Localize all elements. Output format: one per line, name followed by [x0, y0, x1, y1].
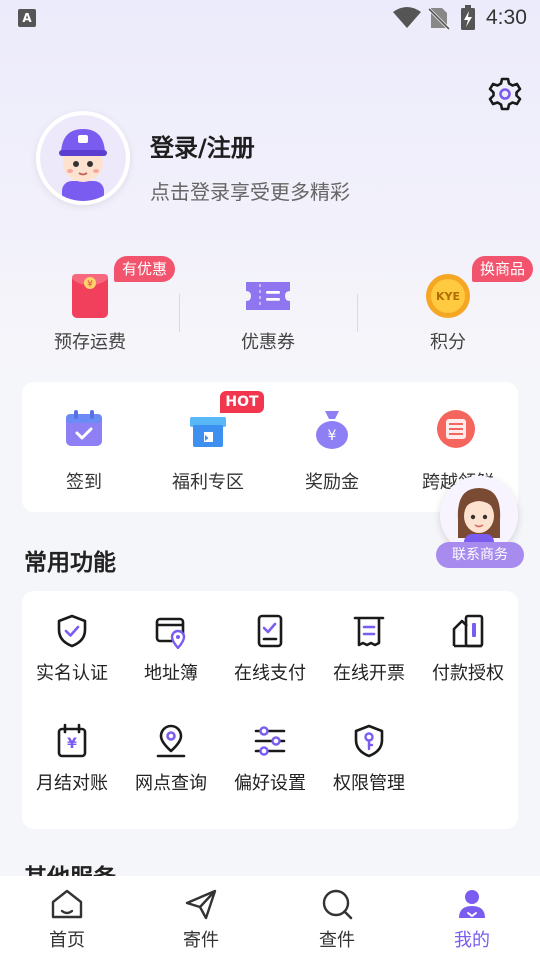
quick-action-label: 签到	[66, 472, 102, 493]
func-label: 付款授权	[432, 663, 504, 684]
no-sim-icon	[428, 7, 450, 30]
sliders-icon	[254, 726, 286, 756]
coin-icon: KYE	[426, 274, 470, 318]
hot-badge: HOT	[220, 391, 264, 413]
clock: 4:30	[486, 6, 527, 29]
func-label: 偏好设置	[234, 773, 306, 794]
func-label: 地址簿	[144, 663, 198, 684]
send-icon	[185, 889, 217, 920]
asset-label: 预存运费	[54, 332, 126, 353]
nav-label: 寄件	[183, 930, 219, 951]
money-bag-icon: ¥	[316, 411, 348, 449]
login-subtitle[interactable]: 点击登录享受更多精彩	[150, 176, 350, 205]
address-book-icon	[155, 617, 186, 649]
coupon-icon	[246, 282, 290, 310]
notification-app-icon: A	[18, 9, 36, 27]
common-functions-title: 常用功能	[24, 550, 116, 576]
avatar-illustration	[40, 115, 126, 201]
func-label: 权限管理	[333, 773, 405, 794]
exchange-badge: 换商品	[472, 256, 534, 282]
shield-key-icon	[354, 724, 384, 758]
func-label: 网点查询	[135, 773, 207, 794]
location-pin-icon	[156, 724, 186, 758]
asset-label: 积分	[430, 332, 466, 353]
svg-text:¥: ¥	[67, 736, 77, 752]
calendar-check-icon	[66, 410, 102, 446]
search-package-icon	[322, 889, 353, 920]
shield-check-icon	[57, 614, 87, 648]
monthly-bill-icon: ¥	[57, 723, 87, 758]
payment-auth-icon	[452, 614, 484, 648]
nav-track[interactable]: 查件	[287, 886, 387, 952]
nav-profile[interactable]: 我的	[422, 886, 522, 952]
asset-label: 优惠券	[241, 332, 295, 353]
func-label: 在线支付	[234, 663, 306, 684]
payment-doc-icon	[257, 614, 283, 648]
settings-gear-icon[interactable]	[487, 76, 523, 112]
battery-charging-icon	[461, 5, 475, 30]
svg-text:¥: ¥	[87, 280, 93, 290]
red-envelope-icon: ¥	[72, 274, 108, 318]
fresh-logo-icon	[437, 410, 475, 448]
avatar[interactable]	[36, 111, 130, 205]
asset-coupons[interactable]: 优惠券	[178, 270, 358, 360]
nav-label: 首页	[49, 930, 85, 951]
profile-icon	[459, 890, 485, 918]
bottom-navigation: 首页 寄件 查件 我的	[0, 876, 540, 960]
contact-business-float[interactable]: 联系商务	[436, 476, 526, 568]
contact-business-label: 联系商务	[436, 542, 524, 568]
quick-action-label: 奖励金	[305, 472, 359, 493]
coin-text: KYE	[436, 290, 460, 303]
asset-points[interactable]: KYE 积分	[358, 270, 538, 360]
login-register-title[interactable]: 登录/注册	[150, 128, 255, 163]
nav-home[interactable]: 首页	[17, 886, 117, 952]
func-label: 在线开票	[333, 663, 405, 684]
home-icon	[51, 889, 83, 919]
func-label: 实名认证	[36, 663, 108, 684]
svg-text:¥: ¥	[328, 428, 337, 444]
nav-send[interactable]: 寄件	[151, 886, 251, 952]
status-bar: A 4:30	[0, 0, 540, 36]
wifi-icon	[393, 7, 421, 28]
quick-action-label: 福利专区	[172, 472, 244, 493]
nav-label: 查件	[319, 930, 355, 951]
func-label: 月结对账	[36, 773, 108, 794]
invoice-icon	[353, 616, 385, 647]
asset-prepaid-freight[interactable]: ¥ 预存运费	[0, 270, 180, 360]
discount-badge: 有优惠	[114, 256, 176, 282]
nav-label: 我的	[454, 930, 490, 951]
